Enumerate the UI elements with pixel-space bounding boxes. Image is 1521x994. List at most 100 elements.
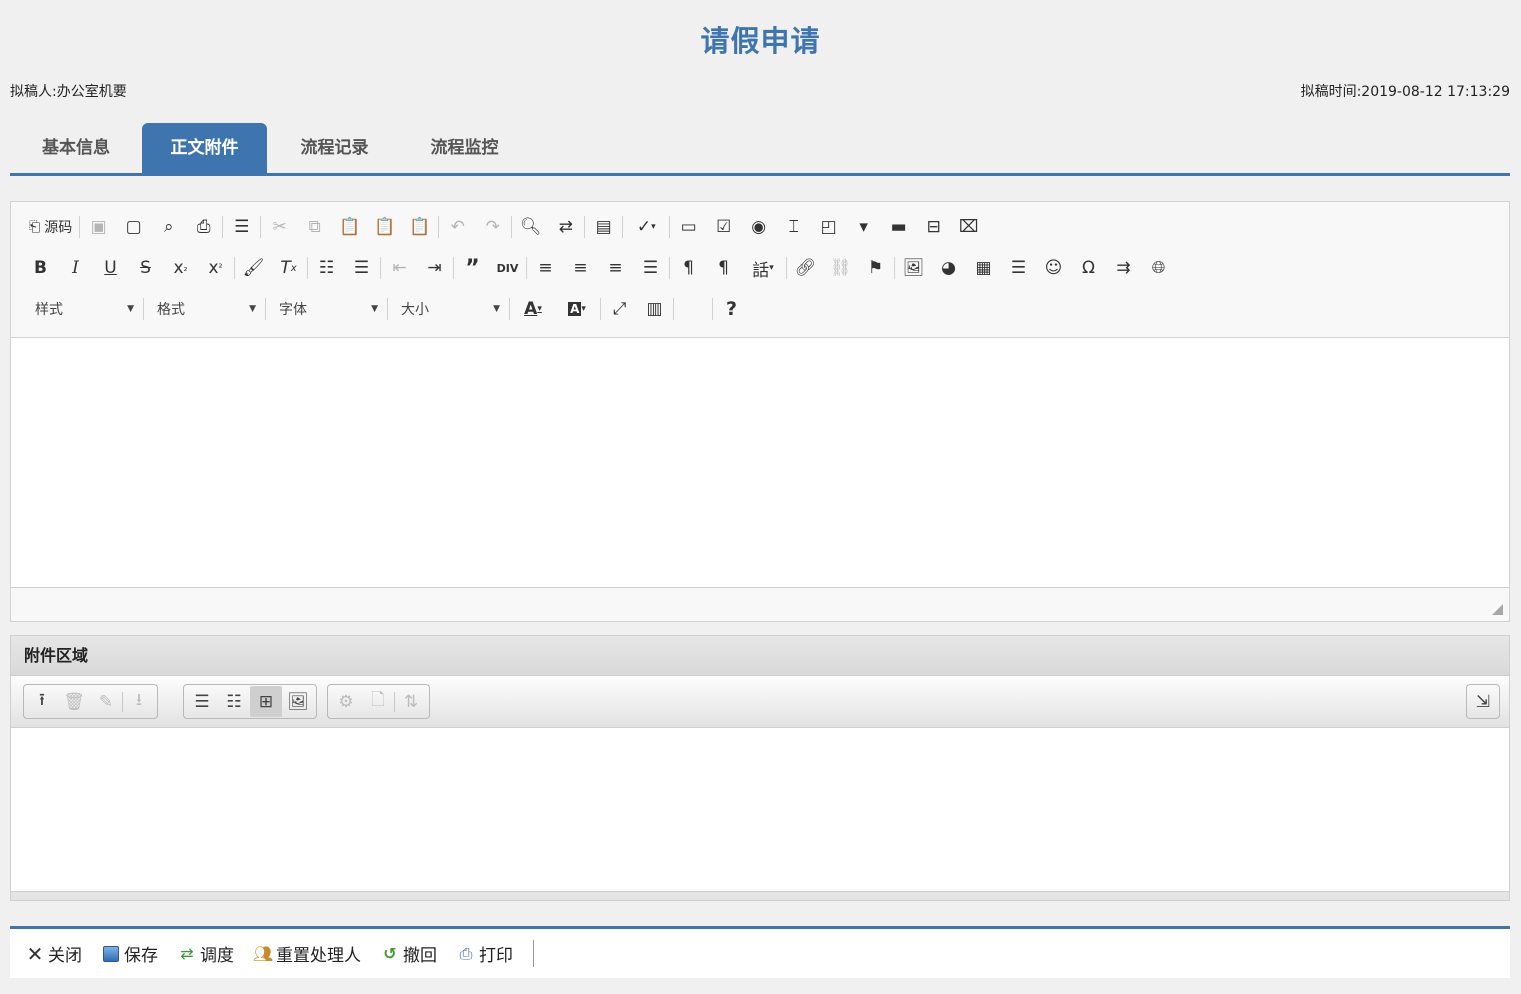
download-icon[interactable]: ⭳: [123, 686, 155, 717]
templates-icon[interactable]: ☰: [224, 213, 259, 241]
font-dropdown[interactable]: 字体 ▼: [267, 295, 386, 323]
cut-icon[interactable]: ✂: [262, 213, 297, 241]
anchor-flag-icon[interactable]: ⚑: [858, 254, 893, 282]
editor-toolbar-row-1: ⎗ 源码 ▣ ▢ ⌕ ⎙ ☰ ✂ ⧉ 📋 📋 📋 ↶ ↷ 🔍︎ ⇄ ▤ ✓ ▾ ▭ …: [23, 212, 986, 242]
edit-icon[interactable]: ✎: [90, 686, 122, 717]
print-button[interactable]: ⎙ 打印: [457, 941, 513, 967]
close-button[interactable]: ✕ 关闭: [26, 941, 82, 967]
bottom-action-bar: ✕ 关闭 保存 ⇄ 调度 👥︎ 重置处理人 ↺ 撤回 ⎙ 打印: [10, 926, 1510, 978]
div-container-icon[interactable]: DIV: [490, 254, 525, 282]
collapse-button[interactable]: ⇲: [1466, 684, 1500, 719]
align-right-icon[interactable]: ≡: [598, 254, 633, 282]
select-all-icon[interactable]: ▤: [586, 213, 621, 241]
size-dropdown[interactable]: 大小 ▼: [389, 295, 508, 323]
image-view-icon[interactable]: 🖼︎: [282, 686, 314, 717]
tab-body-attachments[interactable]: 正文附件: [142, 123, 267, 173]
language-icon[interactable]: 話 ▾: [741, 254, 785, 282]
help-icon[interactable]: ?: [714, 295, 749, 323]
show-blocks-icon[interactable]: ▥: [637, 295, 672, 323]
special-char-icon[interactable]: Ω: [1071, 254, 1106, 282]
list-view-icon[interactable]: ☰: [186, 686, 218, 717]
superscript-icon[interactable]: x²: [198, 254, 233, 282]
draft-time-info: 拟稿时间:2019-08-12 17:13:29: [1301, 81, 1510, 101]
bold-icon[interactable]: B: [23, 254, 58, 282]
preview-icon[interactable]: ⌕: [151, 213, 186, 241]
maximize-icon[interactable]: ⤢: [602, 295, 637, 323]
checkbox-icon[interactable]: ☑: [706, 213, 741, 241]
redo-icon[interactable]: ↷: [475, 213, 510, 241]
button-field-icon[interactable]: ▬: [881, 213, 916, 241]
indent-icon[interactable]: ⇥: [417, 254, 452, 282]
form-icon[interactable]: ▭: [671, 213, 706, 241]
toolbar-separator: [511, 216, 513, 238]
image-icon[interactable]: 🖼︎: [896, 254, 931, 282]
replace-icon[interactable]: ⇄: [548, 213, 583, 241]
new-page-icon[interactable]: ▢: [116, 213, 151, 241]
page-break-icon[interactable]: ⇉: [1106, 254, 1141, 282]
print-icon[interactable]: ⎙: [186, 213, 221, 241]
toolbar-separator: [894, 257, 895, 279]
style-dropdown[interactable]: 样式 ▼: [23, 295, 142, 323]
text-color-icon[interactable]: A ▾: [511, 295, 555, 323]
align-center-icon[interactable]: ≡: [563, 254, 598, 282]
paste-word-icon[interactable]: 📋: [402, 213, 437, 241]
upload-icon[interactable]: ⭱: [26, 686, 58, 717]
dispatch-button[interactable]: ⇄ 调度: [178, 941, 234, 966]
file-icon[interactable]: 🗋: [362, 686, 394, 717]
settings-gear-icon[interactable]: ⚙: [330, 686, 362, 717]
horizontal-line-icon[interactable]: ☰: [1001, 254, 1036, 282]
underline-icon[interactable]: U: [93, 254, 128, 282]
resize-handle-icon[interactable]: [1492, 604, 1503, 615]
sort-icon[interactable]: ⇅: [395, 686, 427, 717]
save-button[interactable]: 保存: [102, 941, 158, 966]
attachment-panel-title: 附件区域: [11, 636, 1509, 676]
text-field-icon[interactable]: ⌶: [776, 213, 811, 241]
reset-handler-button[interactable]: 👥︎ 重置处理人: [253, 941, 361, 966]
source-button[interactable]: ⎗ 源码: [23, 213, 78, 241]
subscript-icon[interactable]: x₂: [163, 254, 198, 282]
iframe-icon[interactable]: 🌐︎: [1141, 254, 1176, 282]
tab-basic-info[interactable]: 基本信息: [10, 123, 142, 173]
attachment-list-area[interactable]: [11, 728, 1509, 891]
blockquote-icon[interactable]: ”: [455, 254, 490, 282]
unlink-icon[interactable]: ⛓: [823, 254, 858, 282]
find-icon[interactable]: 🔍︎: [513, 213, 548, 241]
hidden-field-icon[interactable]: ⌧: [951, 213, 986, 241]
paste-icon[interactable]: 📋: [332, 213, 367, 241]
withdraw-button[interactable]: ↺ 撤回: [381, 941, 437, 966]
outdent-icon[interactable]: ⇤: [382, 254, 417, 282]
editor-content-area[interactable]: [11, 337, 1509, 588]
spellcheck-icon[interactable]: ✓ ▾: [624, 213, 668, 241]
format-dropdown[interactable]: 格式 ▼: [145, 295, 264, 323]
rtl-icon[interactable]: ¶: [706, 254, 741, 282]
flash-icon[interactable]: ◕: [931, 254, 966, 282]
paste-text-icon[interactable]: 📋: [367, 213, 402, 241]
numbered-list-icon[interactable]: ☷: [309, 254, 344, 282]
save-icon[interactable]: ▣: [81, 213, 116, 241]
table-icon[interactable]: ▦: [966, 254, 1001, 282]
tab-flow-monitor[interactable]: 流程监控: [402, 123, 527, 173]
tab-flow-records[interactable]: 流程记录: [267, 123, 402, 173]
align-left-icon[interactable]: ≡: [528, 254, 563, 282]
align-justify-icon[interactable]: ☰: [633, 254, 668, 282]
copy-icon[interactable]: ⧉: [297, 213, 332, 241]
strikethrough-icon[interactable]: S: [128, 254, 163, 282]
delete-icon[interactable]: 🗑︎: [58, 686, 90, 717]
textarea-icon[interactable]: ◰: [811, 213, 846, 241]
select-field-icon[interactable]: ▾: [846, 213, 881, 241]
image-button-icon[interactable]: ⊟: [916, 213, 951, 241]
italic-icon[interactable]: I: [58, 254, 93, 282]
attachment-panel-footer: [11, 891, 1509, 900]
remove-format-icon[interactable]: Tx: [271, 254, 306, 282]
link-icon[interactable]: 🔗︎: [788, 254, 823, 282]
thumbnail-view-icon[interactable]: ⊞: [250, 686, 282, 717]
bg-color-icon[interactable]: A ▾: [555, 295, 599, 323]
smiley-icon[interactable]: ☺: [1036, 254, 1071, 282]
ltr-icon[interactable]: ¶: [671, 254, 706, 282]
bulleted-list-icon[interactable]: ☰: [344, 254, 379, 282]
detail-view-icon[interactable]: ☷: [218, 686, 250, 717]
copy-format-icon[interactable]: 🖌︎: [236, 254, 271, 282]
radio-icon[interactable]: ◉: [741, 213, 776, 241]
undo-icon[interactable]: ↶: [440, 213, 475, 241]
printer-icon: ⎙: [459, 943, 473, 963]
